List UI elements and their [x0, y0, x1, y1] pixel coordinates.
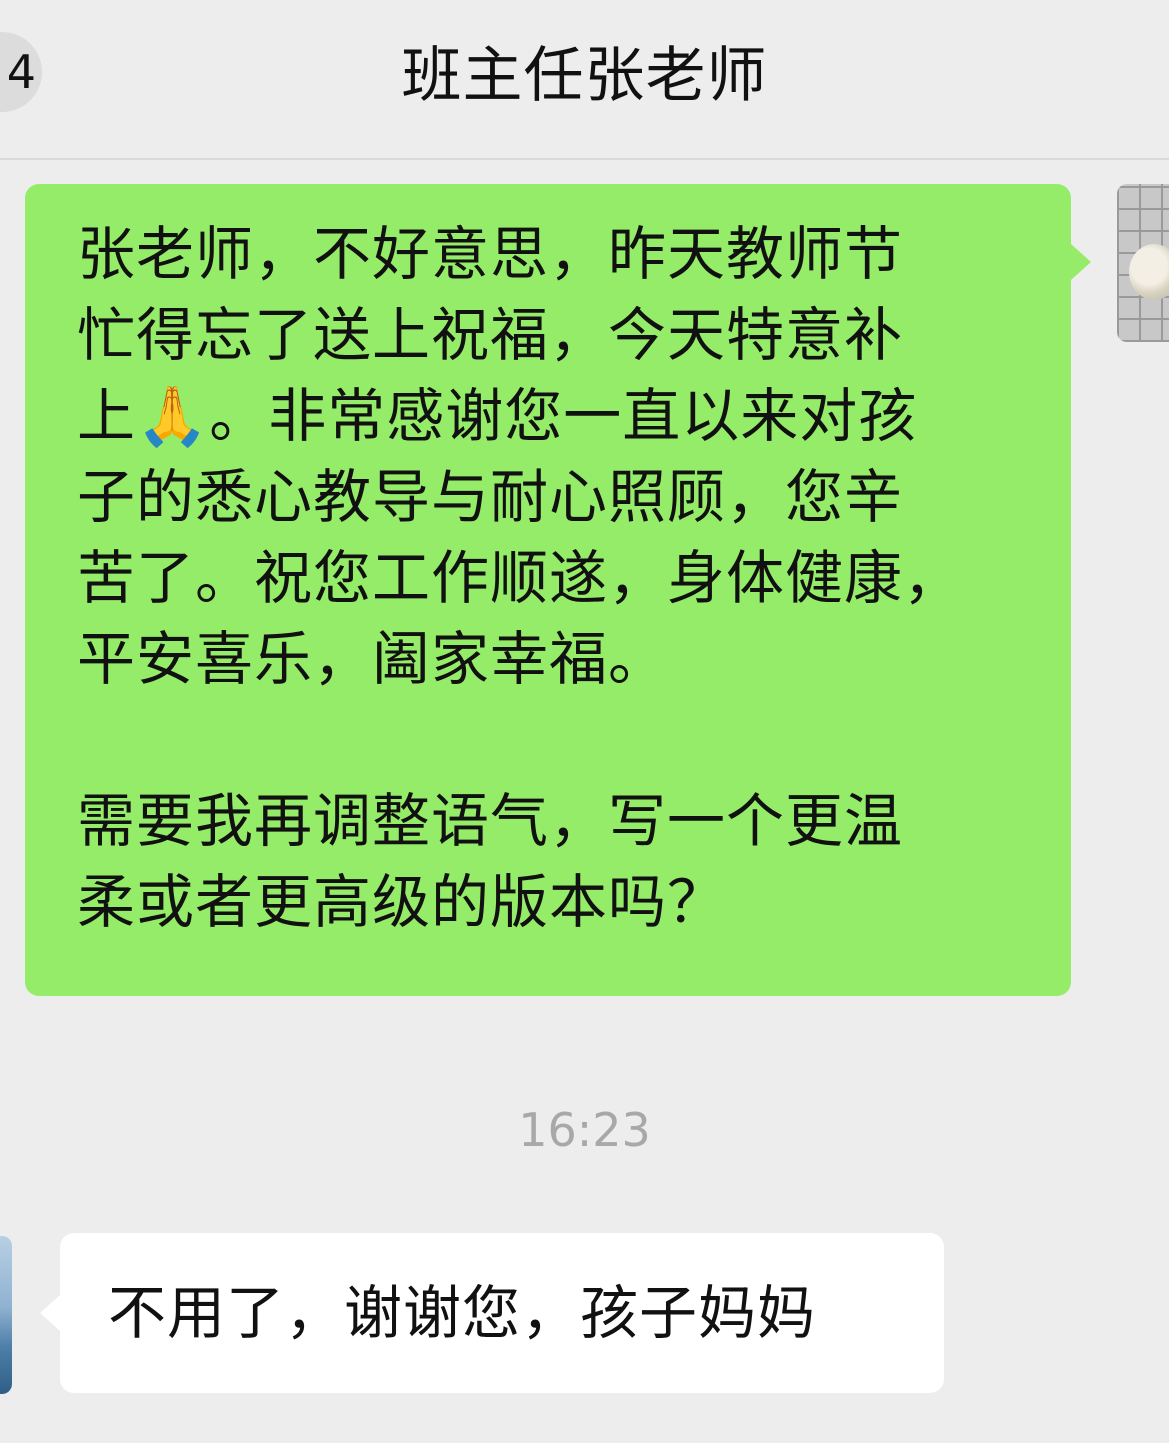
- my-avatar[interactable]: [1117, 184, 1169, 342]
- message-timestamp: 16:23: [518, 1103, 651, 1157]
- chat-header: 4 班主任张老师: [0, 0, 1169, 160]
- outgoing-message-bubble[interactable]: 张老师，不好意思，昨天教师节 忙得忘了送上祝福，今天特意补 上🙏。非常感谢您一直…: [25, 184, 1091, 996]
- incoming-message-bubble[interactable]: 不用了，谢谢您，孩子妈妈: [40, 1233, 944, 1393]
- contact-avatar[interactable]: [0, 1236, 12, 1394]
- chat-title: 班主任张老师: [401, 41, 768, 111]
- incoming-message-text: 不用了，谢谢您，孩子妈妈: [108, 1279, 817, 1347]
- flower-image-icon: [1129, 244, 1169, 300]
- outgoing-message-text: 张老师，不好意思，昨天教师节 忙得忘了送上祝福，今天特意补 上🙏。非常感谢您一直…: [77, 220, 963, 936]
